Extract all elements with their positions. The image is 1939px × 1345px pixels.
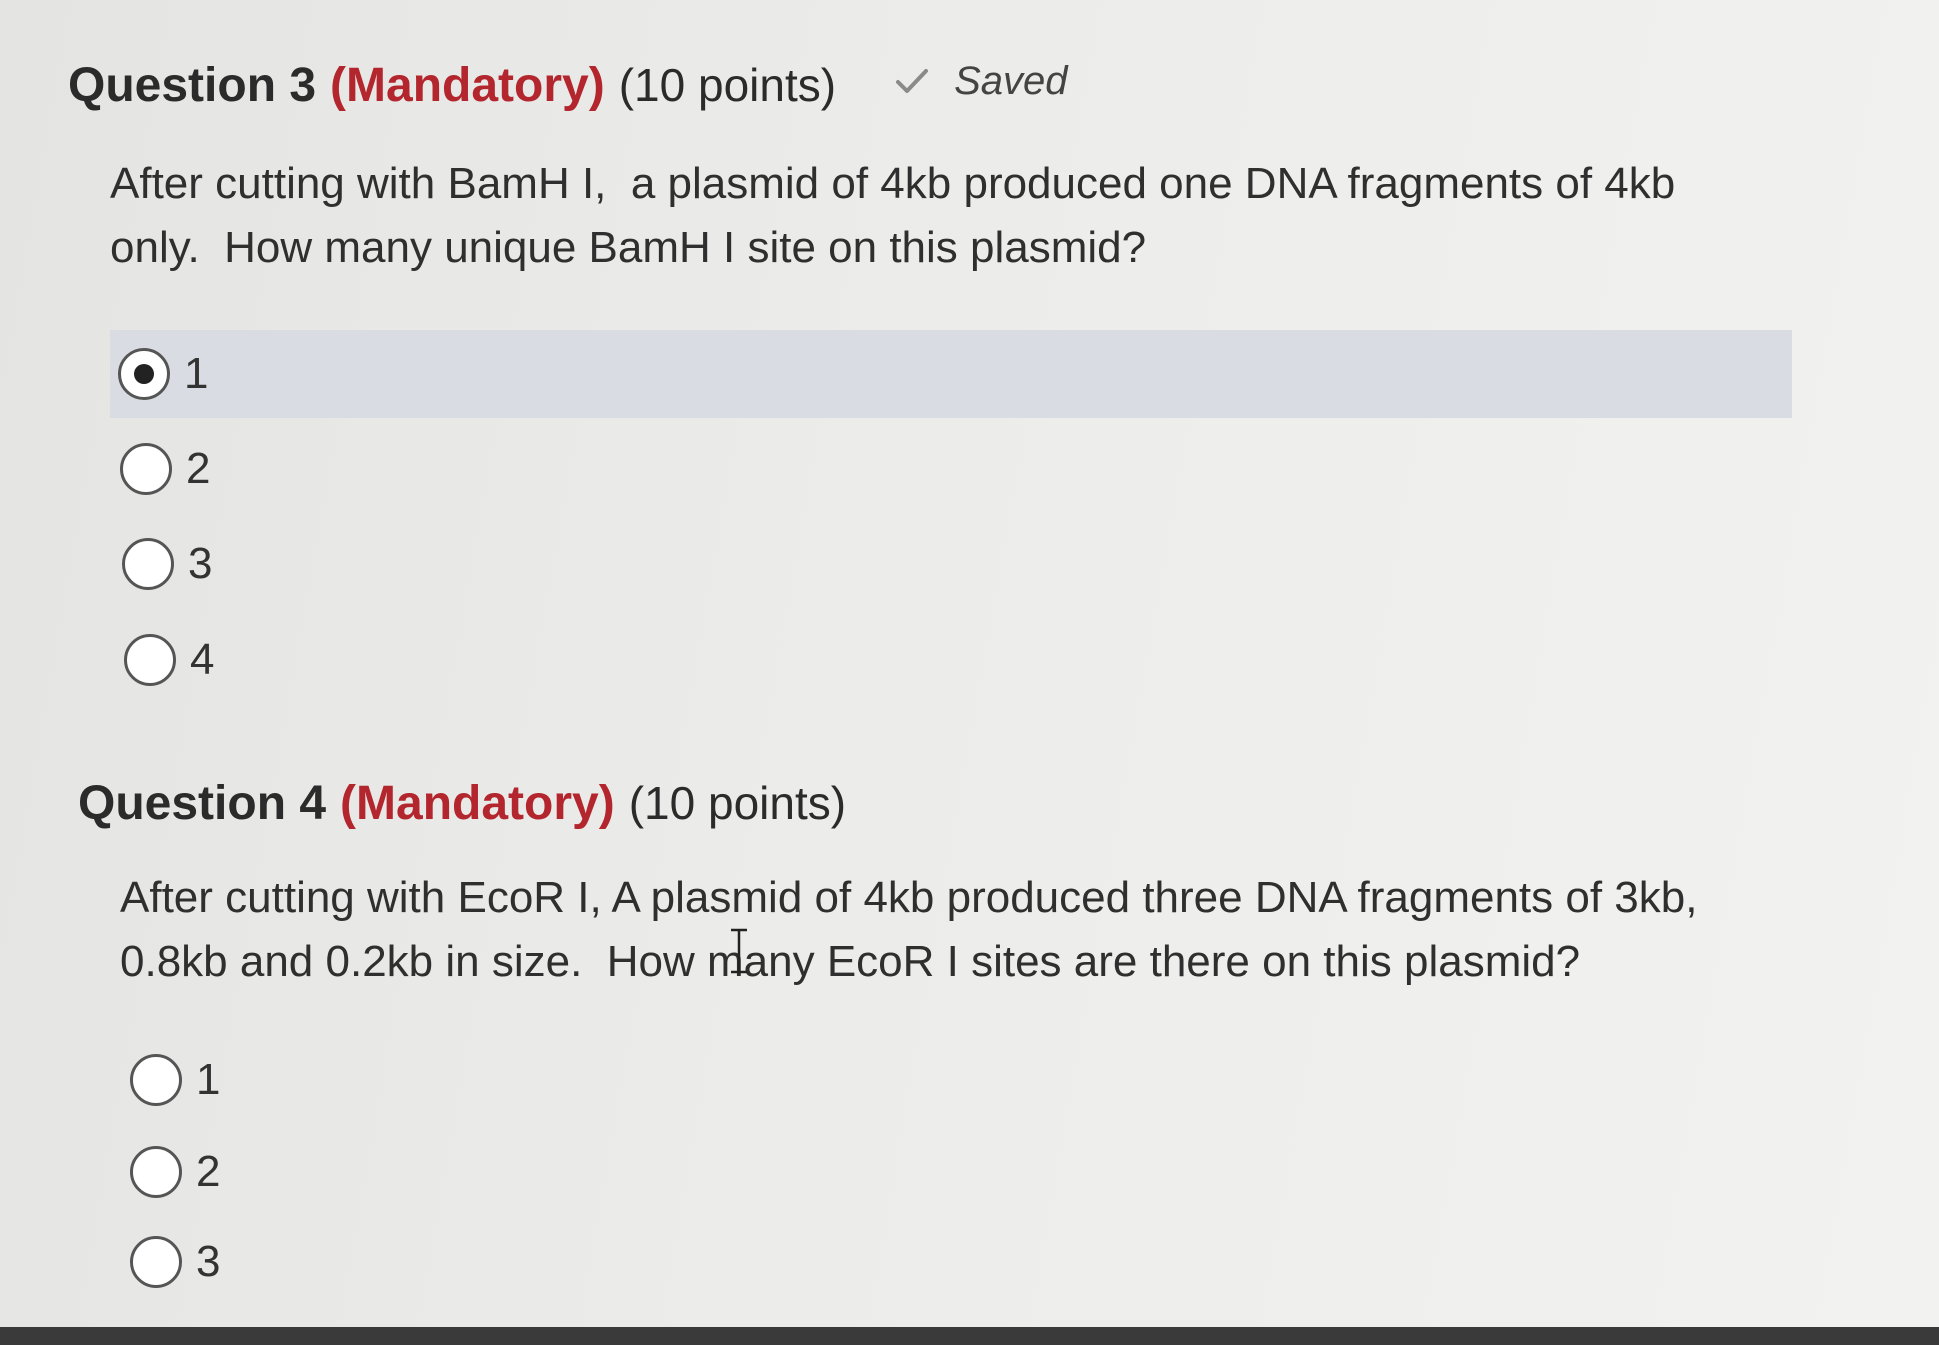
- text-cursor-icon: [731, 928, 747, 974]
- saved-status: Saved: [892, 59, 1067, 104]
- question-4-title: Question 4: [78, 777, 327, 830]
- question-4-option-1[interactable]: 1: [126, 1036, 220, 1124]
- question-3-title: Question 3: [68, 59, 317, 112]
- radio-button[interactable]: [130, 1236, 182, 1288]
- radio-button[interactable]: [120, 443, 172, 495]
- question-3-mandatory-label: (Mandatory): [330, 59, 605, 112]
- option-label: 1: [196, 1055, 221, 1104]
- question-3-option-2[interactable]: 2: [110, 425, 210, 513]
- radio-button[interactable]: [130, 1146, 182, 1198]
- option-label: 3: [196, 1237, 221, 1286]
- saved-label: Saved: [954, 58, 1068, 103]
- question-3-option-3[interactable]: 3: [110, 520, 212, 608]
- question-3-text-line-2: only. How many unique BamH I site on thi…: [110, 223, 1147, 272]
- screen-bottom-bezel: [0, 1327, 1939, 1345]
- question-3-text: After cutting with BamH I, a plasmid of …: [110, 152, 1675, 280]
- question-3-points: (10 points): [618, 59, 837, 111]
- question-4-text-line-1: After cutting with EcoR I, A plasmid of …: [120, 873, 1698, 922]
- option-label: 1: [184, 349, 209, 398]
- check-icon: [896, 69, 929, 93]
- radio-button[interactable]: [124, 634, 176, 686]
- question-3-text-line-1: After cutting with BamH I, a plasmid of …: [110, 159, 1676, 208]
- question-4-points: (10 points): [628, 777, 847, 829]
- radio-button-selected[interactable]: [118, 348, 170, 400]
- option-label: 3: [188, 539, 213, 588]
- question-3-header: Question 3 (Mandatory) (10 points) Saved: [68, 58, 1067, 113]
- radio-button[interactable]: [130, 1054, 182, 1106]
- question-4-header: Question 4 (Mandatory) (10 points): [78, 776, 846, 831]
- radio-button[interactable]: [122, 538, 174, 590]
- question-4-option-3[interactable]: 3: [126, 1218, 220, 1306]
- option-label: 2: [196, 1147, 221, 1196]
- question-4-text-line-2: 0.8kb and 0.2kb in size. How many EcoR I…: [120, 937, 1581, 986]
- question-4-text: After cutting with EcoR I, A plasmid of …: [120, 866, 1697, 994]
- question-3-option-4[interactable]: 4: [110, 616, 214, 704]
- option-label: 2: [186, 444, 211, 493]
- option-label: 4: [190, 635, 215, 684]
- question-4-option-2[interactable]: 2: [126, 1128, 220, 1216]
- question-3-option-1[interactable]: 1: [110, 330, 1792, 418]
- question-4-mandatory-label: (Mandatory): [340, 777, 615, 830]
